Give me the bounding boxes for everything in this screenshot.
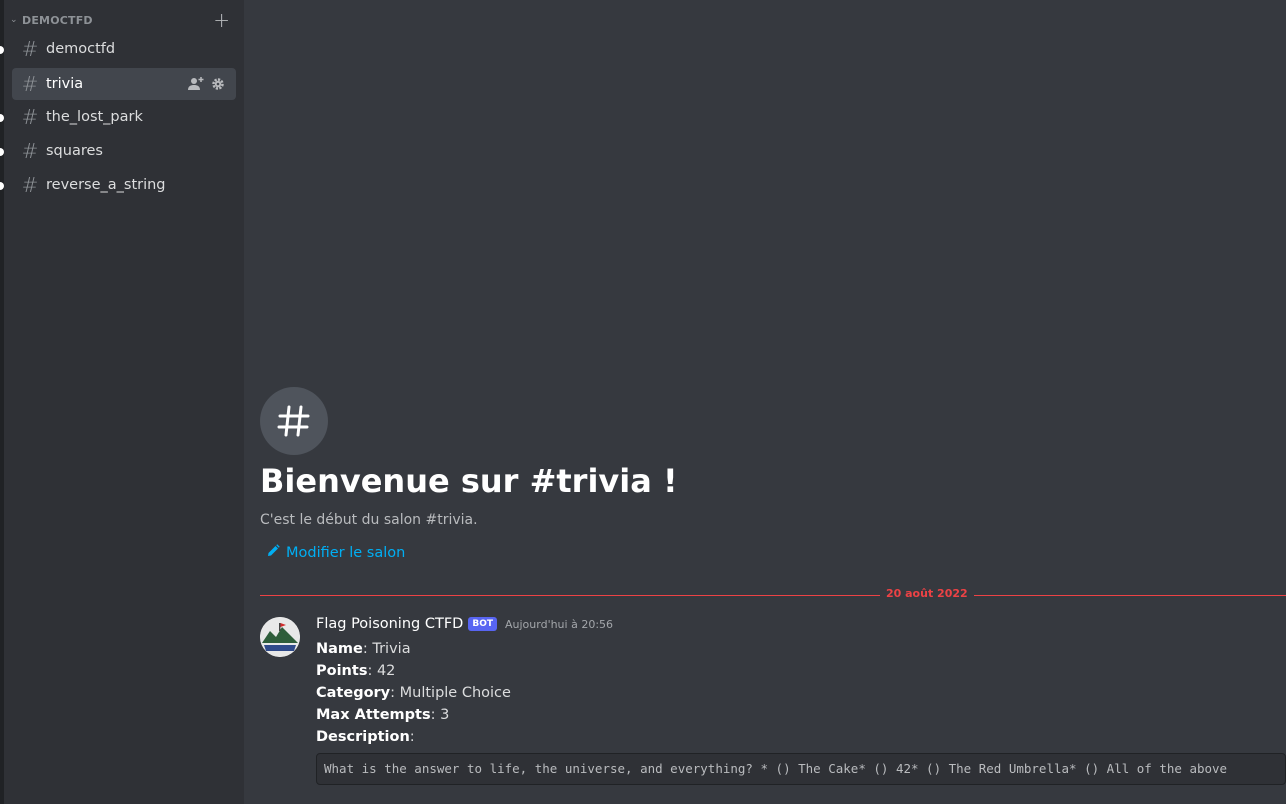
field-value: :	[409, 729, 415, 745]
welcome-title: Bienvenue sur #trivia !	[260, 462, 678, 500]
field-value: : 3	[430, 707, 450, 723]
date-divider-label: 20 août 2022	[880, 587, 974, 600]
message-field-points: Points: 42	[316, 660, 511, 682]
channel-name: reverse_a_string	[46, 177, 166, 193]
channel-name: the_lost_park	[46, 109, 143, 125]
code-block: What is the answer to life, the universe…	[316, 753, 1286, 785]
field-value: : Multiple Choice	[390, 685, 511, 701]
category-header[interactable]: ⌄ DEMOCTFD +	[8, 9, 236, 31]
edit-channel-label: Modifier le salon	[286, 545, 406, 561]
message-timestamp: Aujourd'hui à 20:56	[505, 617, 614, 631]
channel-trivia[interactable]: # trivia	[12, 68, 236, 100]
message-field-description: Description:	[316, 726, 511, 748]
hash-icon: #	[21, 139, 39, 163]
field-label: Max Attempts	[316, 707, 431, 723]
channel-sidebar: ⌄ DEMOCTFD + # democtfd # trivia # the_l…	[4, 0, 244, 804]
channel-democtfd[interactable]: # democtfd	[12, 33, 236, 65]
field-label: Name	[316, 641, 363, 657]
hash-icon: #	[21, 72, 39, 96]
field-label: Points	[316, 663, 368, 679]
avatar[interactable]	[260, 617, 300, 657]
message-header: Flag Poisoning CTFD BOT Aujourd'hui à 20…	[316, 616, 613, 632]
message-field-category: Category: Multiple Choice	[316, 682, 511, 704]
date-divider	[260, 595, 1286, 596]
channel-name: trivia	[46, 76, 84, 92]
channel-name: democtfd	[46, 41, 116, 57]
welcome-subtitle: C'est le début du salon #trivia.	[260, 512, 478, 528]
channel-hash-icon	[260, 387, 328, 455]
channel-squares[interactable]: # squares	[12, 135, 236, 167]
pencil-icon	[266, 544, 280, 562]
message-content: Name: Trivia Points: 42 Category: Multip…	[316, 638, 511, 748]
field-label: Category	[316, 685, 391, 701]
edit-channel-link[interactable]: Modifier le salon	[266, 544, 405, 562]
chat-area: Bienvenue sur #trivia ! C'est le début d…	[244, 0, 1286, 804]
message-field-name: Name: Trivia	[316, 638, 511, 660]
gear-icon[interactable]	[210, 76, 226, 92]
field-label: Description	[316, 729, 410, 745]
chevron-down-icon: ⌄	[10, 15, 18, 25]
hash-icon: #	[21, 105, 39, 129]
field-value: : 42	[367, 663, 396, 679]
category-name: DEMOCTFD	[22, 13, 93, 27]
invite-member-icon[interactable]	[188, 76, 204, 92]
field-value: : Trivia	[362, 641, 411, 657]
message-field-max-attempts: Max Attempts: 3	[316, 704, 511, 726]
channel-name: squares	[46, 143, 103, 159]
hash-icon: #	[21, 37, 39, 61]
message-author[interactable]: Flag Poisoning CTFD	[316, 616, 463, 632]
add-channel-icon[interactable]: +	[213, 10, 230, 30]
bot-badge: BOT	[468, 617, 497, 631]
channel-reverse-a-string[interactable]: # reverse_a_string	[12, 169, 236, 201]
channel-the-lost-park[interactable]: # the_lost_park	[12, 101, 236, 133]
hash-icon: #	[21, 173, 39, 197]
